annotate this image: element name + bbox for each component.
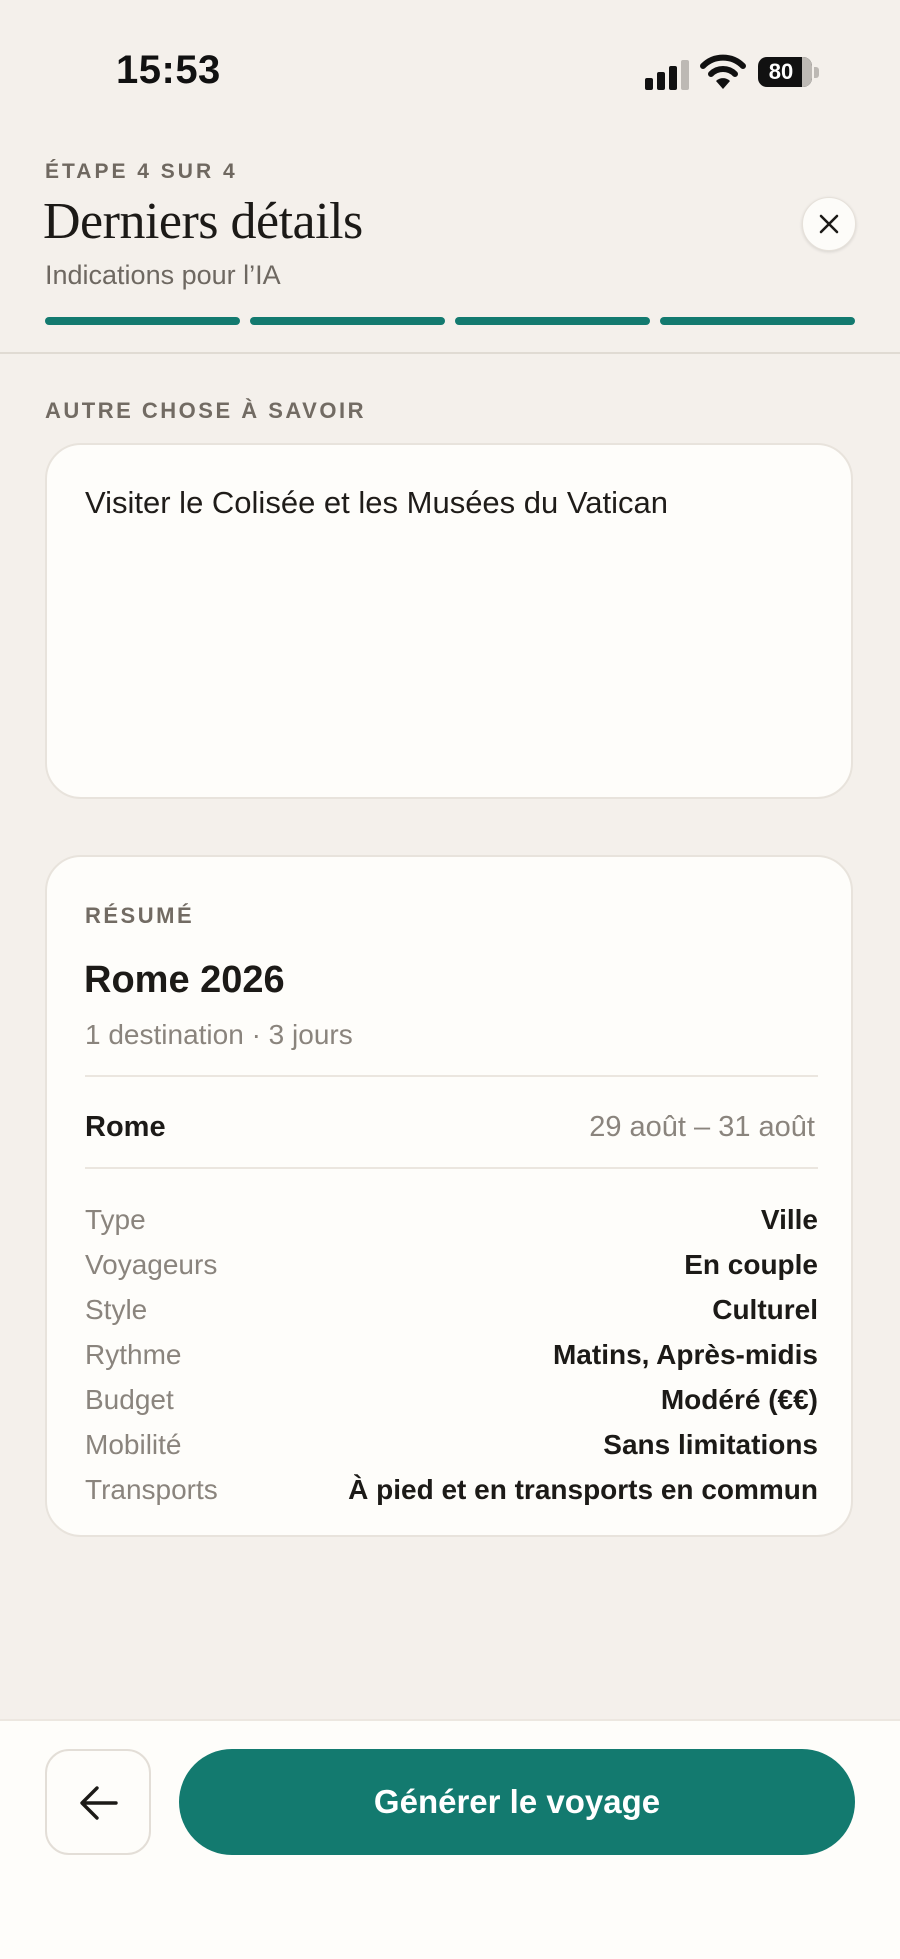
- summary-key: Mobilité: [85, 1429, 182, 1460]
- summary-key: Style: [85, 1294, 148, 1325]
- close-button[interactable]: [802, 197, 856, 251]
- summary-key: Transports: [85, 1474, 218, 1505]
- summary-value: Matins, Après-midis: [552, 1339, 818, 1370]
- close-icon: [819, 214, 839, 234]
- summary-key: Type: [85, 1204, 146, 1235]
- summary-row-mobility: Mobilité Sans limitations: [85, 1427, 818, 1472]
- summary-row-travelers: Voyageurs En couple: [85, 1247, 818, 1292]
- progress-segment: [455, 317, 650, 325]
- generate-trip-button[interactable]: Générer le voyage: [179, 1749, 855, 1855]
- trip-name: Rome 2026: [84, 959, 285, 1001]
- summary-divider: [85, 1167, 818, 1169]
- notes-text: Visiter le Colisée et les Musées du Vati…: [85, 485, 668, 520]
- bottom-action-bar: Générer le voyage: [0, 1719, 900, 1959]
- trip-meta: 1 destination · 3 jours: [85, 1019, 353, 1050]
- notes-textarea[interactable]: Visiter le Colisée et les Musées du Vati…: [45, 443, 853, 799]
- page-subtitle: Indications pour l’IA: [45, 260, 281, 290]
- arrow-left-icon: [80, 1786, 118, 1820]
- summary-value: Sans limitations: [603, 1429, 818, 1460]
- summary-key: Voyageurs: [85, 1249, 218, 1280]
- summary-label: RÉSUMÉ: [85, 903, 195, 928]
- summary-row-type: Type Ville: [85, 1202, 818, 1247]
- summary-card: RÉSUMÉ Rome 2026 1 destination · 3 jours…: [45, 855, 853, 1537]
- summary-key: Rythme: [85, 1339, 182, 1370]
- status-time: 15:53: [116, 48, 221, 92]
- page-title: Derniers détails: [43, 193, 363, 250]
- battery-level: 80: [768, 59, 794, 84]
- battery-icon: 80: [758, 57, 820, 89]
- summary-value: Culturel: [712, 1294, 818, 1325]
- summary-value: Ville: [760, 1204, 818, 1235]
- step-indicator: ÉTAPE 4 SUR 4: [45, 160, 238, 183]
- destination-dates: 29 août – 31 août: [589, 1111, 815, 1143]
- status-bar: 15:53 80: [0, 0, 900, 140]
- summary-row-budget: Budget Modéré (€€): [85, 1382, 818, 1427]
- progress-segment: [45, 317, 240, 325]
- wifi-icon: [700, 54, 746, 90]
- summary-row-style: Style Culturel: [85, 1292, 818, 1337]
- notes-section-label: AUTRE CHOSE À SAVOIR: [45, 398, 366, 423]
- summary-row-transport: Transports À pied et en transports en com…: [85, 1472, 818, 1517]
- progress-segment: [250, 317, 445, 325]
- summary-value: En couple: [684, 1249, 818, 1280]
- summary-divider: [85, 1075, 818, 1077]
- summary-value: Modéré (€€): [660, 1384, 818, 1415]
- progress-bar: [45, 317, 855, 325]
- summary-key: Budget: [85, 1384, 174, 1415]
- signal-icon: [645, 60, 689, 90]
- summary-details: Type Ville Voyageurs En couple Style Cultur…: [85, 1202, 818, 1517]
- back-button[interactable]: [45, 1749, 151, 1855]
- destination-name: Rome: [85, 1111, 166, 1143]
- summary-value: À pied et en transports en commun: [348, 1474, 818, 1505]
- header-divider: [0, 352, 900, 354]
- summary-row-rhythm: Rythme Matins, Après-midis: [85, 1337, 818, 1382]
- progress-segment: [660, 317, 855, 325]
